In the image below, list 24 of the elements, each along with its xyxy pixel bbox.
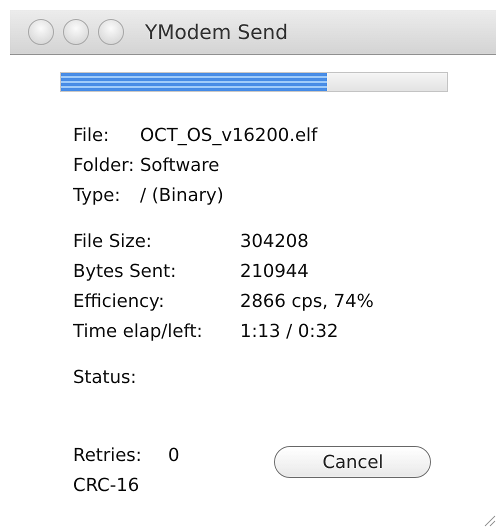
stat-label: Bytes Sent: — [73, 260, 178, 282]
stat-value: 210944 — [240, 260, 309, 282]
status-label: Status: — [73, 366, 136, 388]
stat-value: 1:13 / 0:32 — [240, 320, 338, 342]
close-button[interactable] — [28, 19, 54, 45]
stat-value: 304208 — [240, 230, 309, 252]
retries-label: Retries: — [73, 444, 143, 466]
field-label: Type: — [73, 184, 122, 206]
field-value: OCT_OS_v16200.elf — [140, 124, 318, 146]
stat-value: 2866 cps, 74% — [240, 290, 374, 312]
minimize-button[interactable] — [63, 19, 89, 45]
window-title: YModem Send — [145, 20, 288, 44]
stat-label: Efficiency: — [73, 290, 166, 312]
field-value: / (Binary) — [140, 184, 224, 206]
field-label: Folder: — [73, 154, 136, 176]
cancel-button[interactable]: Cancel — [274, 446, 432, 478]
stat-label: File Size: — [73, 230, 153, 252]
field-value: Software — [140, 154, 220, 176]
zoom-button[interactable] — [98, 19, 124, 45]
resize-grip-icon[interactable] — [482, 513, 496, 527]
retries-value: 0 — [168, 444, 180, 466]
checksum-label: CRC-16 — [73, 474, 140, 496]
field-label: File: — [73, 124, 110, 146]
stat-label: Time elap/left: — [73, 320, 204, 342]
